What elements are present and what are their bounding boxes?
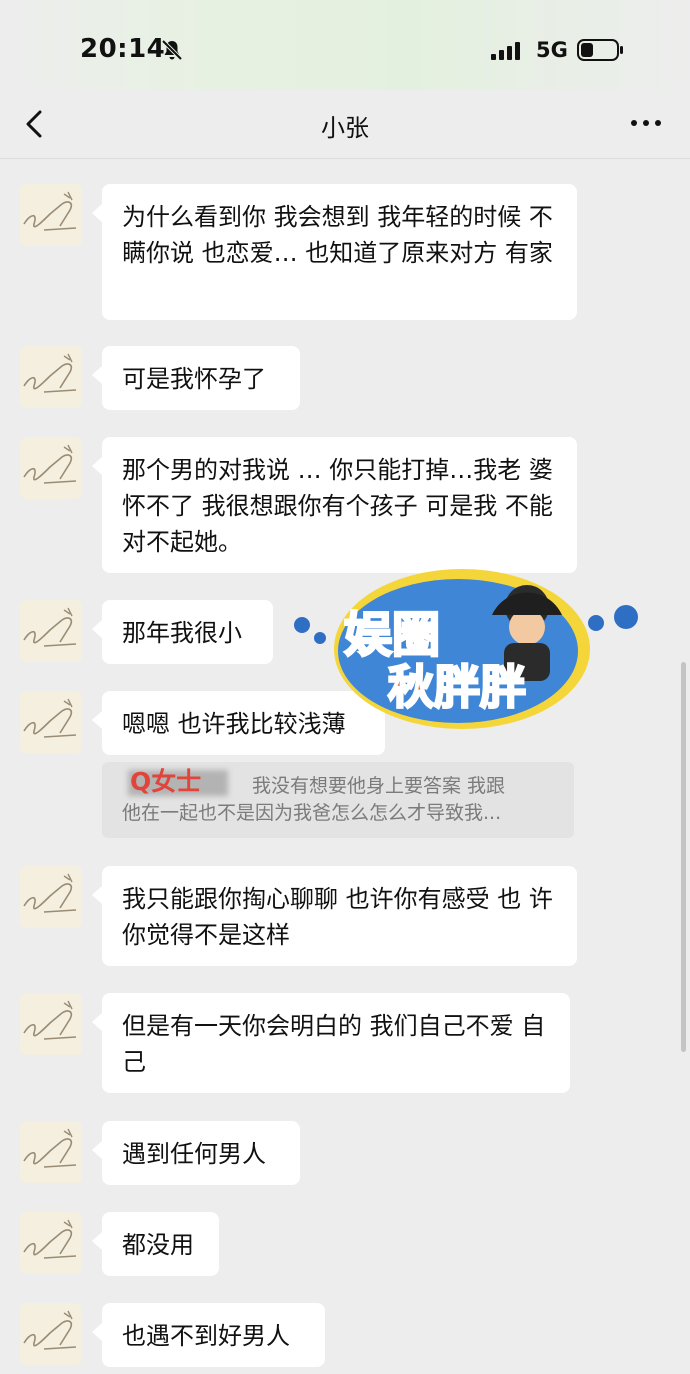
message-bubble[interactable]: 遇到任何男人: [92, 1121, 300, 1185]
avatar[interactable]: [20, 346, 82, 408]
avatar[interactable]: [20, 691, 82, 753]
message-bubble[interactable]: 我只能跟你掏心聊聊 也许你有感受 也 许你觉得不是这样: [92, 866, 577, 966]
avatar[interactable]: [20, 1121, 82, 1183]
message-bubble[interactable]: 为什么看到你 我会想到 我年轻的时候 不瞒你说 也恋爱… 也知道了原来对方 有家: [92, 184, 577, 320]
message-bubble[interactable]: 但是有一天你会明白的 我们自己不爱 自己: [92, 993, 570, 1093]
watermark-line2: 秋胖胖: [388, 660, 526, 714]
avatar[interactable]: [20, 437, 82, 499]
chat-title: 小张: [321, 114, 369, 142]
bell-muted-icon: [161, 39, 183, 61]
avatar[interactable]: [20, 600, 82, 662]
scrollbar[interactable]: [681, 662, 686, 1052]
avatar[interactable]: [20, 1212, 82, 1274]
message-bubble[interactable]: 那年我很小: [92, 600, 273, 664]
watermark-line1: 娱圈: [344, 607, 440, 663]
avatar[interactable]: [20, 866, 82, 928]
avatar-sketch-icon: [23, 444, 77, 484]
avatar-sketch-icon: [23, 698, 77, 738]
avatar[interactable]: [20, 993, 82, 1055]
quote-sender-label: Q女士: [130, 767, 202, 796]
avatar-sketch-icon: [23, 873, 77, 913]
chat-header: 小张: [0, 90, 690, 159]
status-time: 20:14: [80, 34, 166, 64]
avatar-sketch-icon: [23, 191, 77, 231]
more-options-icon[interactable]: [628, 108, 664, 138]
avatar-sketch-icon: [23, 353, 77, 393]
network-label: 5G: [536, 38, 568, 62]
avatar-sketch-icon: [23, 1000, 77, 1040]
watermark-logo: 娱圈 秋胖胖: [294, 569, 638, 729]
quote-line: 他在一起也不是因为我爸怎么怎么才导致我...: [122, 802, 502, 824]
avatar-sketch-icon: [23, 1128, 77, 1168]
avatar[interactable]: [20, 1303, 82, 1365]
avatar-sketch-icon: [23, 1310, 77, 1350]
signal-icon: [491, 42, 520, 60]
status-bar: 20:14 5G: [0, 0, 690, 100]
avatar-sketch-icon: [23, 607, 77, 647]
avatar-sketch-icon: [23, 1219, 77, 1259]
battery-icon: [577, 39, 623, 61]
avatar[interactable]: [20, 184, 82, 246]
message-bubble[interactable]: 也遇不到好男人: [92, 1303, 325, 1367]
message-bubble[interactable]: 可是我怀孕了: [92, 346, 300, 410]
message-bubble[interactable]: 都没用: [92, 1212, 219, 1276]
message-bubble[interactable]: 那个男的对我说 … 你只能打掉…我老 婆怀不了 我很想跟你有个孩子 可是我 不能…: [92, 437, 577, 573]
